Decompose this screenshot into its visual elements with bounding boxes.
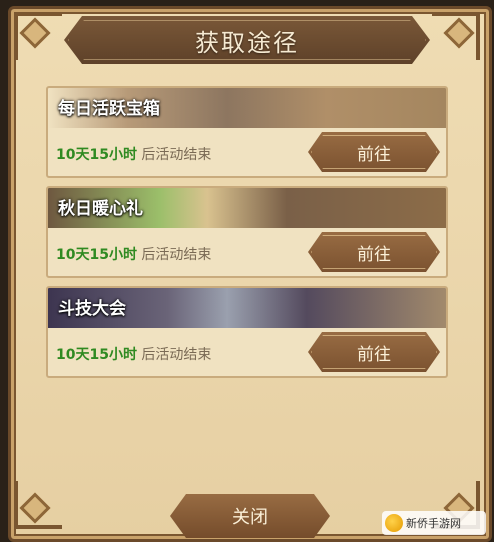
countdown-suffix: 后活动结束 <box>141 147 212 163</box>
countdown-value: 10天15小时 <box>56 347 137 363</box>
activity-card-arena: 斗技大会 10天15小时 后活动结束 前往 <box>46 286 448 378</box>
countdown-value: 10天15小时 <box>56 147 137 163</box>
close-button-label: 关闭 <box>232 507 268 528</box>
watermark-logo-icon <box>385 514 403 532</box>
countdown-suffix: 后活动结束 <box>141 247 212 263</box>
countdown-value: 10天15小时 <box>56 247 137 263</box>
dialog-title: 获取途径 <box>195 28 299 57</box>
card-header: 斗技大会 <box>48 288 446 328</box>
go-button-label: 前往 <box>357 344 391 365</box>
go-button[interactable]: 前往 <box>308 232 440 272</box>
corner-ornament-bottom-left <box>14 481 62 529</box>
close-button[interactable]: 关闭 <box>170 494 330 538</box>
activity-card-autumn-gift: 秋日暖心礼 10天15小时 后活动结束 前往 <box>46 186 448 278</box>
dialog-title-banner: 获取途径 <box>64 16 430 64</box>
card-title: 斗技大会 <box>58 299 126 319</box>
countdown-row: 10天15小时 后活动结束 <box>56 244 211 264</box>
corner-ornament-top-right <box>432 12 480 60</box>
card-header: 每日活跃宝箱 <box>48 88 446 128</box>
activity-card-daily-chest: 每日活跃宝箱 10天15小时 后活动结束 前往 <box>46 86 448 178</box>
countdown-suffix: 后活动结束 <box>141 347 212 363</box>
watermark-text: 新侨手游网 <box>406 517 461 530</box>
go-button[interactable]: 前往 <box>308 332 440 372</box>
card-header: 秋日暖心礼 <box>48 188 446 228</box>
countdown-row: 10天15小时 后活动结束 <box>56 144 211 164</box>
countdown-row: 10天15小时 后活动结束 <box>56 344 211 364</box>
site-watermark: 新侨手游网 <box>382 511 486 535</box>
card-title: 秋日暖心礼 <box>58 199 143 219</box>
go-button-label: 前往 <box>357 244 391 265</box>
card-title: 每日活跃宝箱 <box>58 99 160 119</box>
go-button[interactable]: 前往 <box>308 132 440 172</box>
go-button-label: 前往 <box>357 144 391 165</box>
corner-ornament-top-left <box>14 12 62 60</box>
